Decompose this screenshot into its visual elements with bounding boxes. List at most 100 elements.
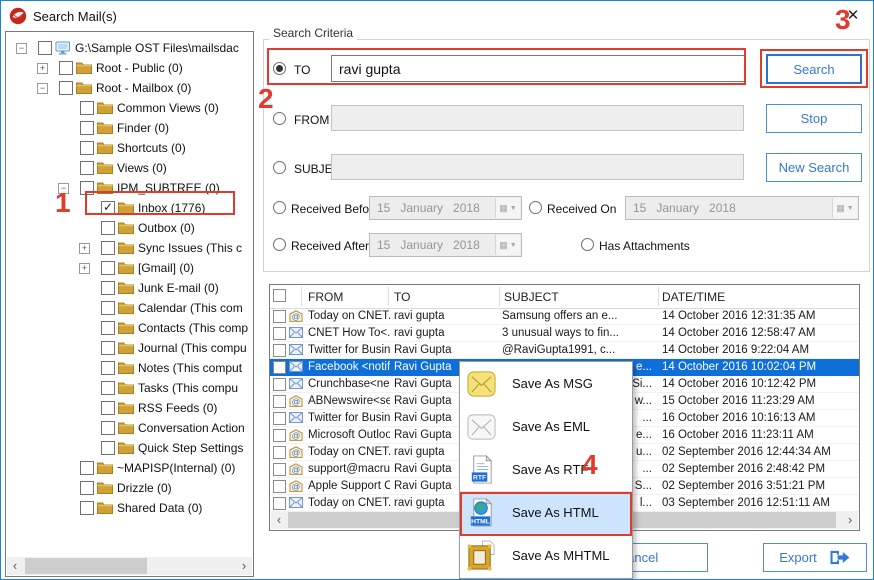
tree-item-checkbox[interactable] bbox=[59, 61, 73, 75]
received-before-radio[interactable] bbox=[273, 201, 286, 214]
tree-item[interactable]: Conversation Action bbox=[6, 418, 253, 438]
tree-item[interactable]: +Root - Public (0) bbox=[6, 58, 253, 78]
cell-from: Today on CNET... bbox=[308, 446, 390, 458]
table-row[interactable]: @Today on CNET...ravi guptaSamsung offer… bbox=[270, 308, 859, 325]
tree-item[interactable]: Contacts (This comp bbox=[6, 318, 253, 338]
tree-item-checkbox[interactable] bbox=[101, 421, 115, 435]
tree-item[interactable]: −G:\Sample OST Files\mailsdac bbox=[6, 38, 253, 58]
cell-subject: @RaviGupta1991, c... bbox=[502, 344, 658, 356]
folder-icon bbox=[97, 141, 113, 155]
tree-item[interactable]: Notes (This comput bbox=[6, 358, 253, 378]
column-header-from[interactable]: FROM bbox=[308, 290, 343, 304]
from-radio[interactable] bbox=[273, 112, 286, 125]
tree-item[interactable]: Drizzle (0) bbox=[6, 478, 253, 498]
row-checkbox[interactable] bbox=[273, 395, 286, 408]
menu-item-save-as-mhtml[interactable]: Save As MHTML bbox=[460, 534, 632, 577]
new-search-button[interactable]: New Search bbox=[766, 153, 862, 182]
tree-item-checkbox[interactable] bbox=[101, 441, 115, 455]
row-checkbox[interactable] bbox=[273, 344, 286, 357]
tree-item-checkbox[interactable] bbox=[101, 301, 115, 315]
row-checkbox[interactable] bbox=[273, 327, 286, 340]
tree-item[interactable]: Calendar (This com bbox=[6, 298, 253, 318]
tree-item[interactable]: RSS Feeds (0) bbox=[6, 398, 253, 418]
select-all-checkbox[interactable] bbox=[273, 289, 286, 303]
tree-item[interactable]: Tasks (This compu bbox=[6, 378, 253, 398]
tree-scrollbar-thumb[interactable] bbox=[25, 558, 147, 574]
tree-item-checkbox[interactable] bbox=[80, 501, 94, 515]
tree-item-checkbox[interactable] bbox=[101, 361, 115, 375]
scroll-right-icon[interactable]: › bbox=[236, 557, 252, 575]
tree-item[interactable]: −Root - Mailbox (0) bbox=[6, 78, 253, 98]
tree-item[interactable]: Junk E-mail (0) bbox=[6, 278, 253, 298]
tree-item-checkbox[interactable] bbox=[80, 141, 94, 155]
table-row[interactable]: CNET How To<...ravi gupta3 unusual ways … bbox=[270, 325, 859, 342]
received-before-datepicker[interactable]: 15 January 2018 ▦▼ bbox=[369, 196, 522, 220]
row-checkbox[interactable] bbox=[273, 412, 286, 425]
row-checkbox[interactable] bbox=[273, 446, 286, 459]
column-header-subject[interactable]: SUBJECT bbox=[504, 290, 559, 304]
tree-item[interactable]: Shortcuts (0) bbox=[6, 138, 253, 158]
expand-icon[interactable]: + bbox=[79, 263, 90, 274]
collapse-icon[interactable]: − bbox=[37, 83, 48, 94]
table-row[interactable]: Twitter for Busin...Ravi Gupta@RaviGupta… bbox=[270, 342, 859, 359]
tree-horizontal-scrollbar[interactable]: ‹ › bbox=[7, 557, 252, 575]
scroll-right-icon[interactable]: › bbox=[842, 511, 858, 529]
calendar-dropdown-icon[interactable]: ▦▼ bbox=[495, 235, 520, 255]
tree-item[interactable]: +Sync Issues (This c bbox=[6, 238, 253, 258]
expand-icon[interactable]: + bbox=[79, 243, 90, 254]
tree-item-checkbox[interactable] bbox=[101, 221, 115, 235]
column-header-to[interactable]: TO bbox=[394, 290, 410, 304]
received-after-radio[interactable] bbox=[273, 238, 286, 251]
scroll-left-icon[interactable]: ‹ bbox=[7, 557, 23, 575]
tree-item-checkbox[interactable] bbox=[38, 41, 52, 55]
tree-item-checkbox[interactable] bbox=[80, 121, 94, 135]
tree-item-checkbox[interactable] bbox=[80, 461, 94, 475]
received-after-datepicker[interactable]: 15 January 2018 ▦▼ bbox=[369, 233, 522, 257]
subject-input[interactable] bbox=[331, 154, 744, 180]
row-checkbox[interactable] bbox=[273, 463, 286, 476]
menu-item-save-as-eml[interactable]: Save As EML bbox=[460, 405, 632, 448]
tree-item[interactable]: Shared Data (0) bbox=[6, 498, 253, 518]
row-checkbox[interactable] bbox=[273, 378, 286, 391]
has-attachments-radio[interactable] bbox=[581, 238, 594, 251]
expand-icon[interactable]: + bbox=[37, 63, 48, 74]
tree-item-checkbox[interactable] bbox=[101, 281, 115, 295]
tree-item-checkbox[interactable] bbox=[101, 401, 115, 415]
tree-item-checkbox[interactable] bbox=[80, 481, 94, 495]
tree-item[interactable]: ~MAPISP(Internal) (0) bbox=[6, 458, 253, 478]
tree-item[interactable]: Finder (0) bbox=[6, 118, 253, 138]
subject-radio[interactable] bbox=[273, 161, 286, 174]
svg-text:@: @ bbox=[292, 430, 301, 440]
menu-item-save-as-msg[interactable]: Save As MSG bbox=[460, 362, 632, 405]
row-checkbox[interactable] bbox=[273, 497, 286, 510]
collapse-icon[interactable]: − bbox=[16, 43, 27, 54]
tree-item-checkbox[interactable] bbox=[80, 101, 94, 115]
tree-item[interactable]: Outbox (0) bbox=[6, 218, 253, 238]
tree-item-checkbox[interactable] bbox=[80, 161, 94, 175]
column-header-datetime[interactable]: DATE/TIME bbox=[662, 290, 725, 304]
tree-item[interactable]: Quick Step Settings bbox=[6, 438, 253, 458]
tree-item[interactable]: Views (0) bbox=[6, 158, 253, 178]
tree-item-checkbox[interactable] bbox=[101, 241, 115, 255]
tree-item-checkbox[interactable] bbox=[59, 81, 73, 95]
tree-item-checkbox[interactable] bbox=[101, 381, 115, 395]
tree-item[interactable]: Common Views (0) bbox=[6, 98, 253, 118]
stop-button[interactable]: Stop bbox=[766, 104, 862, 133]
scroll-left-icon[interactable]: ‹ bbox=[271, 511, 287, 529]
calendar-dropdown-icon[interactable]: ▦▼ bbox=[495, 198, 520, 218]
export-button[interactable]: Export bbox=[763, 543, 867, 572]
menu-item-save-as-rtf[interactable]: RTFSave As RTF bbox=[460, 448, 632, 491]
tree-item-checkbox[interactable] bbox=[101, 341, 115, 355]
tree-item[interactable]: +[Gmail] (0) bbox=[6, 258, 253, 278]
row-checkbox[interactable] bbox=[273, 361, 286, 374]
received-on-datepicker[interactable]: 15 January 2018 ▦▼ bbox=[625, 196, 859, 220]
tree-item-checkbox[interactable] bbox=[101, 261, 115, 275]
tree-item[interactable]: Journal (This compu bbox=[6, 338, 253, 358]
received-on-radio[interactable] bbox=[529, 201, 542, 214]
row-checkbox[interactable] bbox=[273, 429, 286, 442]
calendar-dropdown-icon[interactable]: ▦▼ bbox=[832, 198, 857, 218]
row-checkbox[interactable] bbox=[273, 310, 286, 323]
from-input[interactable] bbox=[331, 105, 744, 131]
row-checkbox[interactable] bbox=[273, 480, 286, 493]
tree-item-checkbox[interactable] bbox=[101, 321, 115, 335]
